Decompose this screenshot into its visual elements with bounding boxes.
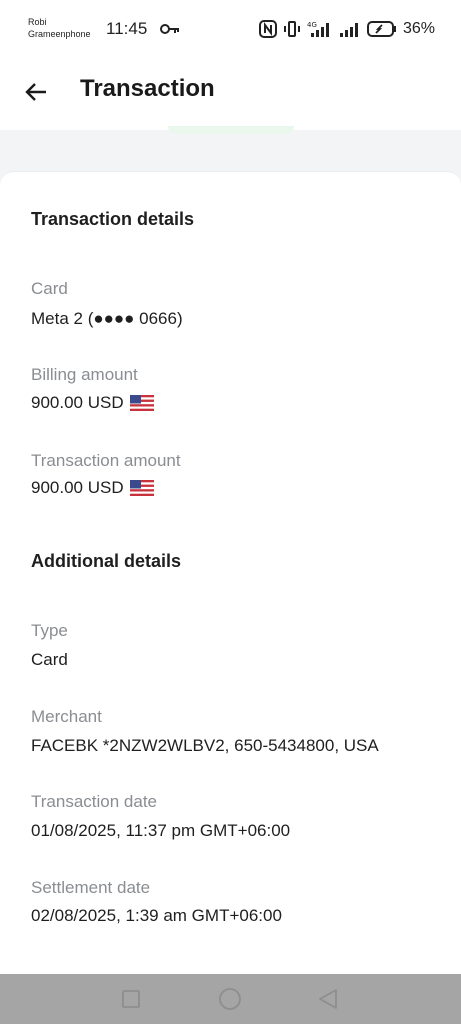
battery-percent: 36%	[402, 20, 435, 37]
merchant-label: Merchant	[31, 707, 102, 726]
page-title: Transaction	[80, 75, 215, 102]
carrier-robi: Robi	[28, 17, 47, 27]
signal-4g-icon: 4G	[307, 21, 329, 37]
transaction-date-value: 01/08/2025, 11:37 pm GMT+06:00	[31, 821, 291, 840]
card-value-text: Meta 2 (●●●● 0666)	[31, 309, 183, 328]
svg-text:4G: 4G	[307, 21, 317, 29]
system-back-button[interactable]	[315, 986, 341, 1012]
transaction-amount-value: 900.00 USD	[31, 478, 154, 498]
type-label: Type	[31, 621, 68, 640]
carrier-names: Robi Grameenphone	[28, 16, 91, 40]
us-flag-icon	[129, 395, 154, 411]
app-bar: Transaction	[0, 56, 461, 130]
home-icon	[219, 988, 241, 1010]
carrier-grameenphone: Grameenphone	[28, 29, 91, 39]
back-triangle-icon	[319, 989, 337, 1009]
details-card: Transaction details Card Meta 2 (●●●● 06…	[0, 171, 461, 975]
recent-apps-icon	[122, 990, 140, 1008]
status-time: 11:45	[106, 19, 148, 38]
vpn-key-icon	[160, 24, 179, 34]
merchant-value: FACEBK *2NZW2WLBV2, 650-5434800, USA	[31, 736, 379, 755]
billing-amount-label: Billing amount	[31, 365, 138, 384]
settlement-date-value: 02/08/2025, 1:39 am GMT+06:00	[31, 906, 282, 925]
transaction-details-heading: Transaction details	[31, 209, 195, 229]
billing-amount-value: 900.00 USD	[31, 393, 154, 413]
card-label: Card	[31, 279, 68, 298]
type-value: Card	[31, 650, 68, 669]
transaction-amount-label: Transaction amount	[31, 451, 181, 470]
back-arrow-icon	[25, 83, 46, 101]
settlement-date-label: Settlement date	[31, 878, 151, 897]
battery-icon	[366, 21, 396, 37]
status-icons: 4G 36%	[258, 18, 435, 40]
recent-apps-button[interactable]	[118, 986, 144, 1012]
card-value: Meta 2 (●●●● 0666)	[31, 309, 183, 329]
billing-amount-text: 900.00 USD	[31, 393, 124, 412]
signal-bars-icon	[339, 23, 358, 37]
additional-details-heading: Additional details	[31, 551, 182, 571]
previous-section-peek	[168, 126, 294, 134]
system-nav-bar	[0, 974, 461, 1024]
vibrate-icon	[283, 21, 300, 37]
transaction-amount-text: 900.00 USD	[31, 478, 124, 497]
home-button[interactable]	[217, 986, 243, 1012]
back-button[interactable]	[16, 72, 56, 112]
us-flag-icon	[129, 480, 154, 496]
nfc-icon	[258, 20, 277, 38]
transaction-date-label: Transaction date	[31, 792, 157, 811]
status-bar: Robi Grameenphone 11:45 4G 36%	[0, 0, 461, 56]
